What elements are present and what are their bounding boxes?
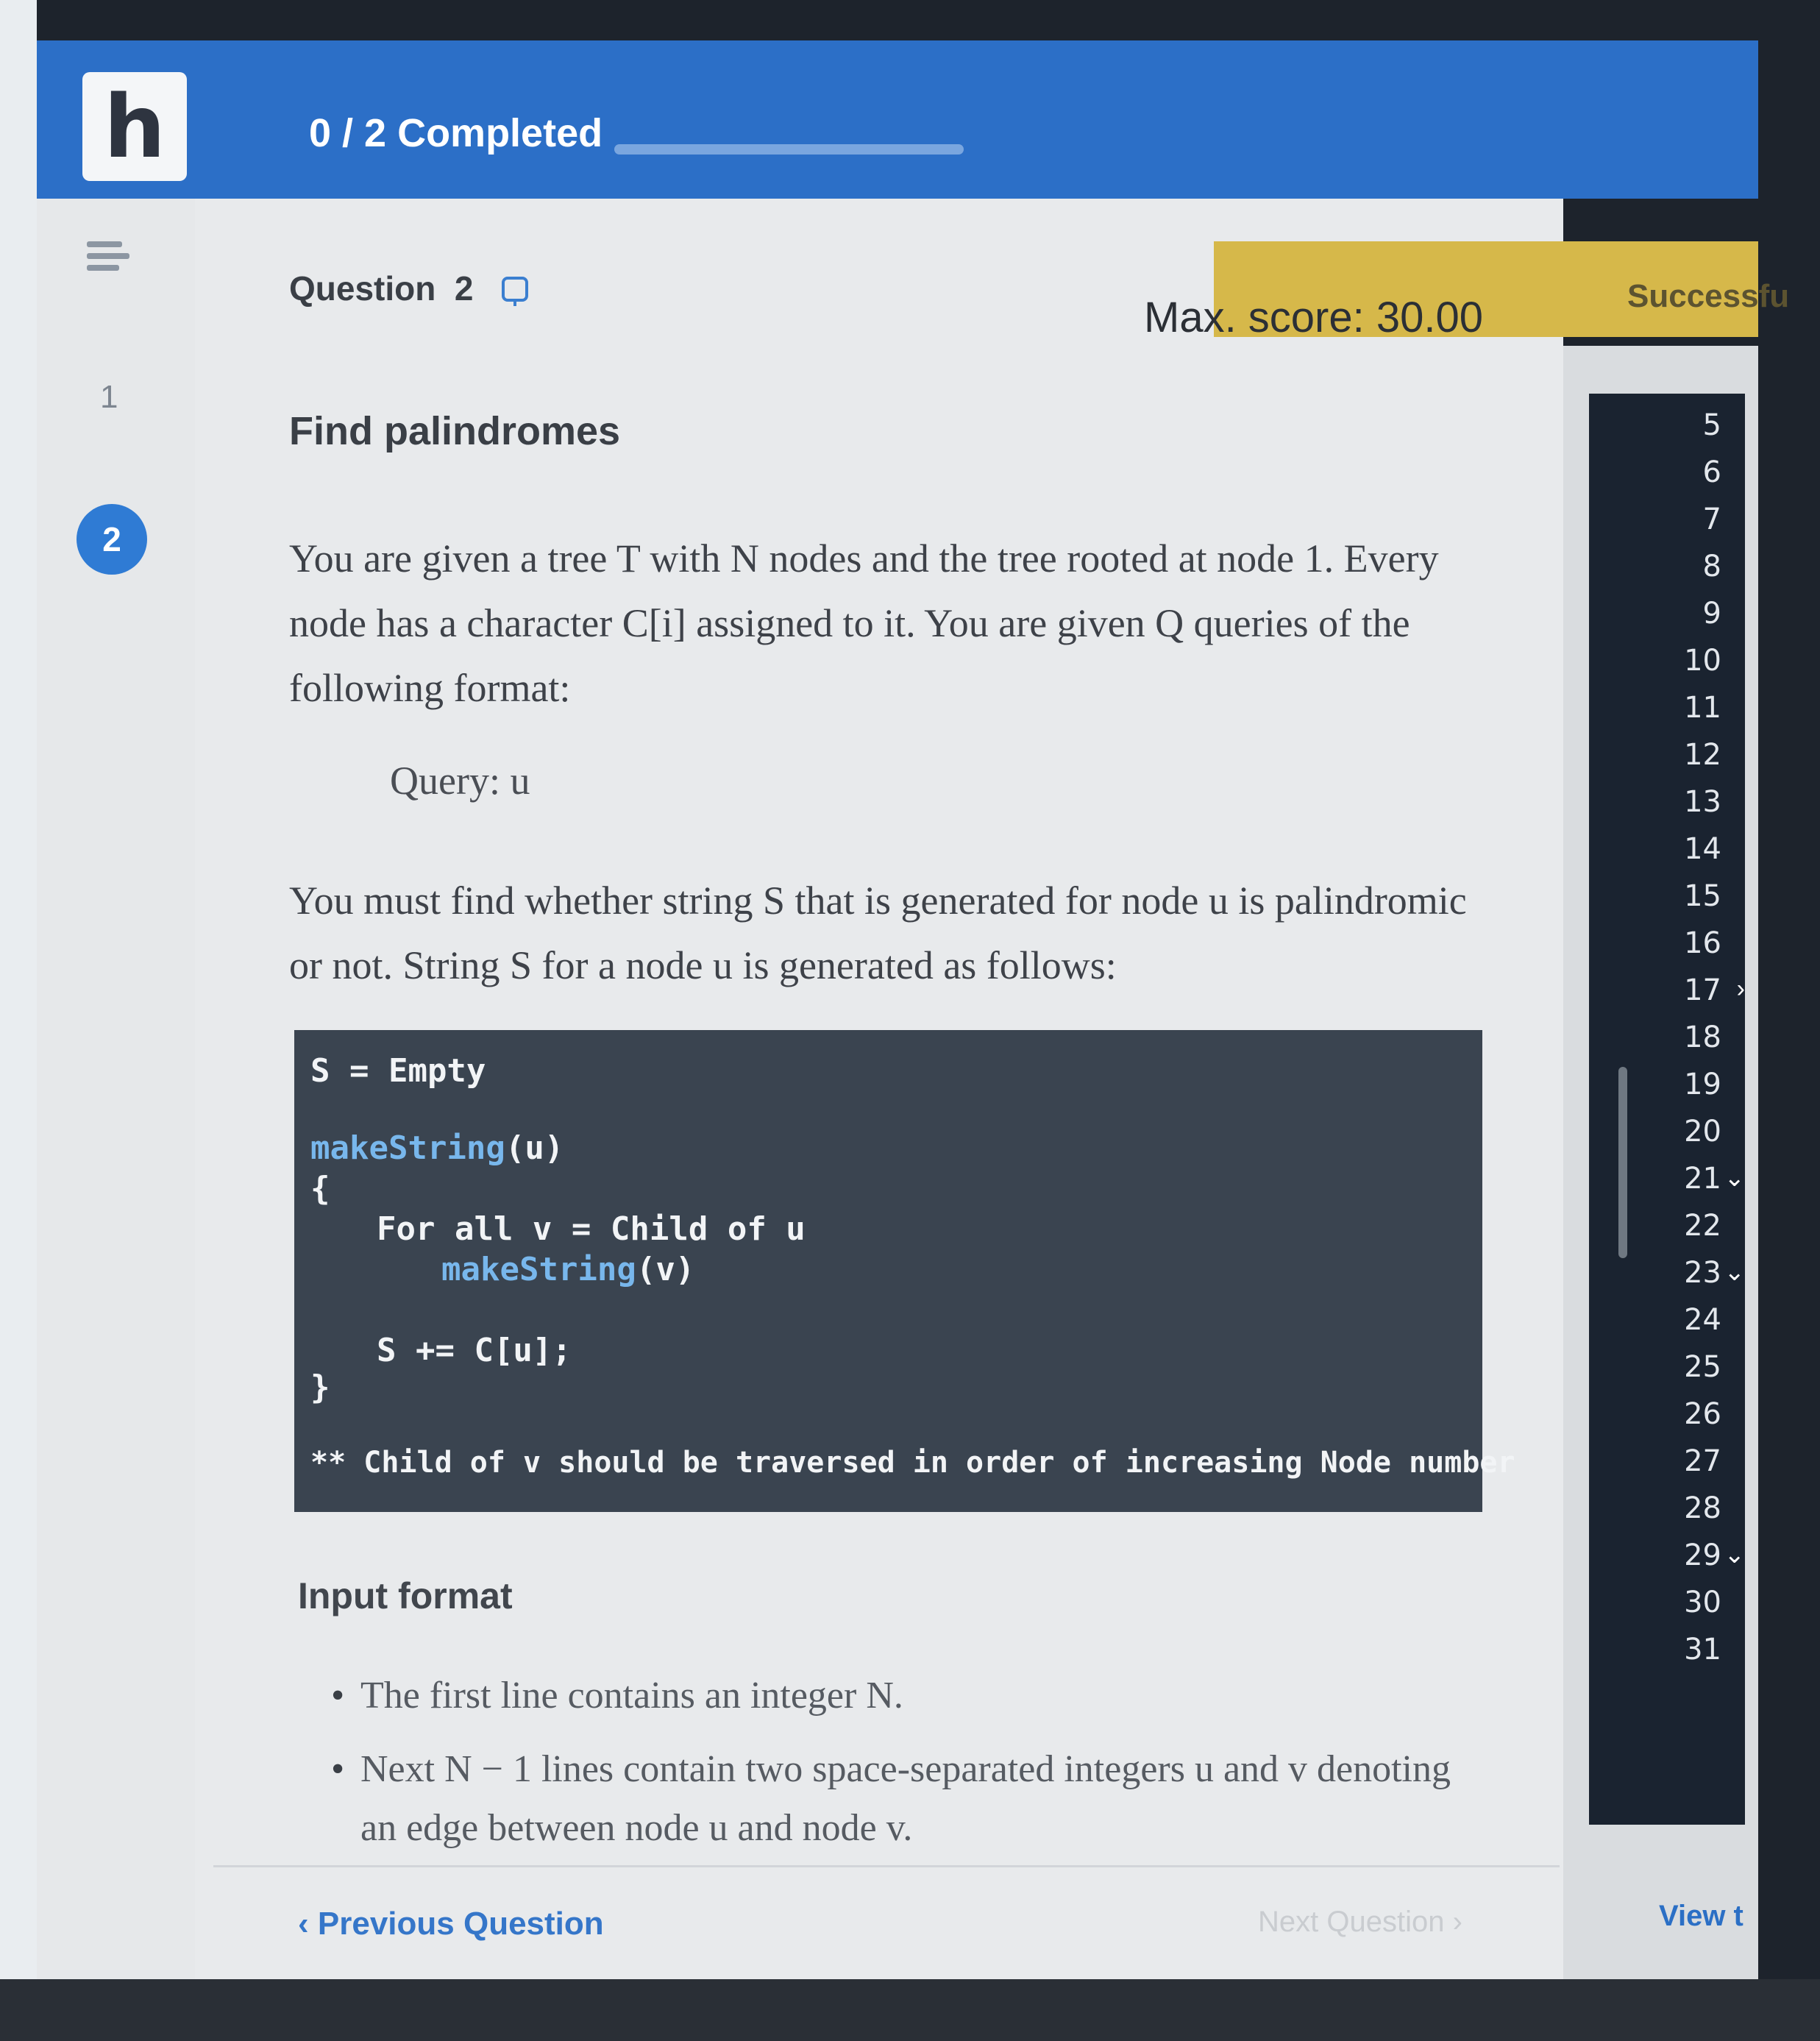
input-format-heading: Input format	[298, 1575, 513, 1616]
line-number: 29	[1684, 1538, 1721, 1572]
code-line: makeString(v)	[441, 1251, 694, 1288]
line-number: 5	[1702, 408, 1721, 442]
hackerearth-logo[interactable]: h	[82, 72, 187, 181]
code-line: makeString(u)	[310, 1129, 564, 1167]
line-number: 7	[1702, 503, 1721, 536]
code-line: S += C[u];	[377, 1332, 572, 1369]
progress-bar	[614, 144, 964, 155]
line-number: 12	[1684, 738, 1721, 772]
sidebar-item-question-1[interactable]: 1	[100, 379, 118, 416]
fold-chevron-icon[interactable]: ⌄	[1724, 1163, 1746, 1193]
input-format-item: Next N − 1 lines contain two space-separ…	[331, 1740, 1479, 1858]
fold-chevron-icon[interactable]: ⌄	[1724, 1540, 1746, 1569]
toggle-line	[87, 253, 129, 259]
bottom-dark-bar	[0, 1979, 1820, 2041]
line-number: 17	[1684, 973, 1721, 1007]
question-label-text: Question	[289, 269, 436, 308]
code-line: S = Empty	[310, 1052, 486, 1090]
line-number: 28	[1684, 1491, 1721, 1525]
code-function-arg: (v)	[636, 1251, 695, 1288]
status-text: Successfu	[1627, 278, 1790, 314]
line-number: 25	[1684, 1350, 1721, 1384]
line-number: 9	[1702, 597, 1721, 631]
question-number-label: Question 2	[289, 269, 474, 308]
line-number: 20	[1684, 1115, 1721, 1149]
line-number: 11	[1684, 691, 1721, 725]
code-line: {	[310, 1170, 330, 1207]
bookmark-icon[interactable]	[500, 275, 530, 308]
code-comment: ** Child of v should be traversed in ord…	[310, 1446, 1515, 1480]
toggle-line	[87, 241, 122, 247]
background-window-strip	[0, 0, 37, 2041]
logo-letter: h	[103, 76, 166, 177]
line-number: 6	[1702, 455, 1721, 489]
line-number: 24	[1684, 1303, 1721, 1337]
footer-divider	[213, 1865, 1560, 1867]
string-generation-paragraph: You must find whether string S that is g…	[289, 878, 1467, 987]
question-sidebar	[37, 199, 195, 1979]
code-function-arg: (u)	[505, 1129, 564, 1167]
code-line: }	[310, 1369, 330, 1406]
line-number: 14	[1684, 832, 1721, 866]
editor-line-gutter: 5 6 7 8 9 10 11 12 13 14 15 16 17 › 18 19 20 21 ⌄ 22 23 ⌄ 24 25…	[1589, 394, 1745, 1825]
line-number: 30	[1684, 1586, 1721, 1619]
problem-statement-paragraph: You are given a tree T with N nodes and …	[289, 536, 1439, 710]
toggle-line	[87, 265, 119, 271]
previous-question-button[interactable]: ‹ Previous Question	[298, 1906, 604, 1942]
top-header-bar	[37, 40, 1758, 199]
question-number: 2	[454, 269, 474, 308]
next-question-button[interactable]: Next Question ›	[1258, 1906, 1462, 1939]
code-block: S = Empty makeString(u) { For all v = Ch…	[294, 1030, 1515, 1512]
line-number: 10	[1684, 644, 1721, 678]
fold-chevron-icon[interactable]: ⌄	[1724, 1257, 1746, 1287]
line-number: 16	[1684, 926, 1721, 960]
input-format-item: The first line contains an integer N.	[331, 1666, 1479, 1725]
editor-scrollbar[interactable]	[1618, 1067, 1627, 1258]
line-number: 22	[1684, 1209, 1721, 1243]
line-number: 8	[1702, 550, 1721, 583]
line-number: 13	[1684, 785, 1721, 819]
view-link[interactable]: View t	[1659, 1900, 1743, 1933]
line-number: 21	[1684, 1162, 1721, 1196]
code-function-name: makeString	[441, 1251, 636, 1288]
line-number: 26	[1684, 1397, 1721, 1431]
sidebar-item-question-2[interactable]: 2	[77, 504, 147, 575]
line-number: 19	[1684, 1068, 1721, 1101]
line-number: 18	[1684, 1021, 1721, 1054]
fold-chevron-icon[interactable]: ›	[1737, 975, 1745, 1004]
line-number: 15	[1684, 879, 1721, 913]
line-number: 31	[1684, 1633, 1721, 1666]
line-number: 23	[1684, 1256, 1721, 1290]
page-root: h 0 / 2 Completed 1 2 Successfu Question…	[0, 0, 1820, 2041]
max-score: Max. score: 30.00	[1144, 294, 1483, 341]
code-function-name: makeString	[310, 1129, 505, 1167]
progress-label: 0 / 2 Completed	[309, 111, 603, 155]
line-number: 27	[1684, 1444, 1721, 1478]
query-format: Query: u	[390, 759, 530, 803]
question-title: Find palindromes	[289, 409, 621, 453]
code-line: For all v = Child of u	[377, 1210, 806, 1248]
collapse-sidebar-icon[interactable]	[87, 237, 129, 278]
